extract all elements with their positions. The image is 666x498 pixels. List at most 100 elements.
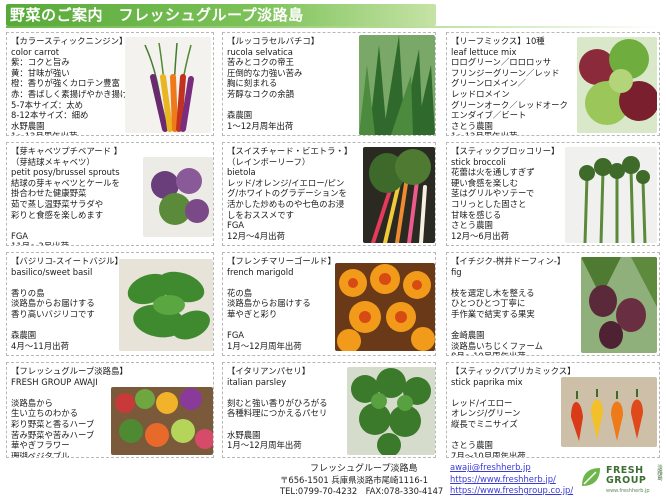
footer-address: 〒656-1501 兵庫県淡路市尾崎1116-1 — [280, 475, 429, 485]
card-sprouts: 【芽キャベツプチベアード 】（芽結球メキャベツ） petit posy/bruss… — [6, 142, 214, 246]
card-line: 水野農園 — [11, 120, 45, 131]
card-line: 淡路島いちじくファーム — [451, 340, 543, 351]
card-paprika: 【スティックパプリカミックス】 stick paprika mix レッド/イエロ… — [446, 362, 660, 458]
photo-parsley — [347, 367, 435, 455]
card-title: 【フレッシュグループ淡路島】 — [11, 366, 128, 376]
card-line: 5-7本サイズ：太め — [11, 99, 84, 110]
card-line: 茎はグリルやソテーで — [451, 188, 535, 199]
card-line: color carrot — [11, 46, 59, 57]
card-text: 【ルッコラセルバチコ】 rucola selvatica 苦みとコクの帝王 圧倒的な力… — [227, 36, 319, 131]
card-rucola: 【ルッコラセルバチコ】 rucola selvatica 苦みとコクの帝王 圧倒的な力… — [222, 32, 436, 136]
footer-company: フレッシュグループ淡路島 — [310, 464, 418, 474]
photo-chard — [363, 147, 435, 243]
card-title: 【スイスチャード・ビエトラ・】 — [227, 146, 353, 156]
card-line: FGA — [227, 330, 245, 341]
card-line: ロログリーン／ロロロッサ — [451, 57, 552, 68]
card-line: 縦長でミニサイズ — [451, 418, 518, 429]
card-line: 赤：香ばしく素揚げやかき揚げ — [11, 88, 129, 99]
card-line: 8月～10月周年出荷 — [451, 351, 565, 355]
logo-vertical-text: 淡路島 — [656, 464, 662, 481]
card-line: 水野農園 — [227, 429, 261, 440]
card-line: 彩りと食感を楽しめます — [11, 209, 104, 220]
card-line: レッド/イエロー — [451, 397, 513, 408]
card-line: さとう農園 — [451, 440, 493, 451]
card-title: 【フレンチマリーゴールド】 — [227, 256, 336, 266]
photo-paprika — [561, 377, 657, 447]
card-line: （レインボーリーフ） — [227, 156, 311, 167]
card-line: 香り高いバジリコです — [11, 308, 95, 319]
card-line — [451, 277, 565, 288]
card-line: グ/ホワイトのグラデーションを — [227, 188, 347, 199]
card-line: 12月～6月出荷 — [451, 230, 509, 241]
card-text: 【フレンチマリーゴールド】 french marigold 花の島 淡路島からお届け… — [227, 256, 336, 351]
logo-mark-icon — [582, 468, 600, 486]
card-line: （芽結球メキャベツ） — [11, 156, 95, 167]
card-title: 【バジリコ-スイートバジル】 — [11, 256, 123, 266]
card-line: FRESH GROUP AWAJI — [11, 376, 98, 387]
card-line: italian parsley — [227, 376, 287, 387]
card-line: 森農園 — [11, 330, 37, 341]
card-line: 手作業で結実する果実 — [451, 308, 535, 319]
card-line: FGA — [11, 230, 29, 241]
logo-line2: GROUP — [606, 475, 647, 486]
card-title: 【イチジク-桝井ドーフィン-】 — [451, 256, 566, 266]
logo-text: FRESH GROUP — [606, 466, 646, 486]
card-line: コリっとした固さと — [451, 198, 527, 209]
card-line: bietola — [227, 167, 256, 178]
card-line: stick paprika mix — [451, 376, 523, 387]
card-parsley: 【イタリアンパセリ】 italian parsley 刻むと強い香りがひろがる 各種… — [222, 362, 436, 458]
card-line: 華やぎと彩り — [227, 308, 278, 319]
page-title: 野菜のご案内 フレッシュグループ淡路島 — [6, 4, 436, 26]
card-title: 【芽キャベツプチベアード 】 — [11, 146, 123, 156]
card-line — [451, 430, 575, 441]
card-text: 【バジリコ-スイートバジル】 basilico/sweet basil 香りの島淡… — [11, 256, 123, 351]
card-line: 1～12月周年出荷 — [451, 131, 568, 135]
card-line: さとう農園 — [451, 220, 493, 231]
photo-leaf — [577, 37, 657, 133]
card-line: 茹で蒸し温野菜サラダや — [11, 198, 104, 209]
card-line: レッドロメイン — [451, 88, 510, 99]
card-text: 【スティックブロッコリー】 stick broccoli 花蕾は火を通しすぎず 硬い食… — [451, 146, 559, 241]
card-awaji: 【フレッシュグループ淡路島】 FRESH GROUP AWAJI 淡路島から 生い立… — [6, 362, 214, 458]
card-line: 淡路島からお届けする — [11, 298, 95, 309]
footer-contact: フレッシュグループ淡路島 〒656-1501 兵庫県淡路市尾崎1116-1 TE… — [280, 464, 460, 497]
card-line: さとう農園 — [451, 120, 493, 131]
card-line: ひとつひとつ丁寧に — [451, 298, 526, 309]
card-line: 1～12月周年出荷 — [227, 120, 294, 131]
card-line: 黄：甘味が強い — [11, 67, 70, 78]
card-line: オレンジ/グリーン — [451, 408, 521, 419]
card-text: 【イタリアンパセリ】 italian parsley 刻むと強い香りがひろがる 各種… — [227, 366, 328, 451]
card-line: 7月～10月周年出荷 — [451, 450, 526, 458]
card-line: 掛合わせた健康野菜 — [11, 188, 87, 199]
footer-phone: TEL:0799-70-4232 FAX:078-330-4147 — [280, 486, 444, 496]
card-line: グリーンオーク／レッドオーク — [451, 99, 568, 110]
card-line — [451, 387, 575, 398]
card-title: 【イタリアンパセリ】 — [227, 366, 311, 376]
email-link[interactable]: awaji@freshherb.jp — [450, 462, 573, 474]
card-line: 香りの島 — [11, 287, 45, 298]
freshgroup-link[interactable]: https://www.freshgroup.co.jp/ — [450, 485, 573, 497]
freshherb-link[interactable]: https://www.freshherb.jp/ — [450, 474, 573, 486]
photo-awaji — [111, 387, 213, 455]
card-line: しをおススメです — [227, 209, 294, 220]
card-line — [11, 220, 122, 231]
card-title: 【ルッコラセルバチコ】 — [227, 36, 320, 46]
logo-sub: www.freshherb.jp — [606, 488, 650, 494]
photo-broccoli — [565, 147, 657, 243]
card-chard: 【スイスチャード・ビエトラ・】 （レインボーリーフ） bietola レッド/オレンジ… — [222, 142, 436, 246]
card-carrot: 【カラースティックニンジン】 color carrot 紫：コクと旨み 黄：甘味が強い… — [6, 32, 214, 136]
card-line: 刻むと強い香りがひろがる — [227, 397, 328, 408]
card-line — [11, 320, 123, 331]
card-line: 紫：コクと旨み — [11, 57, 70, 68]
card-text: 【イチジク-桝井ドーフィン-】 fig 枝を選定し木を整える ひとつひとつ丁寧に 手作… — [451, 256, 566, 355]
card-line: petit posy/brussel sprouts — [11, 167, 120, 178]
card-line: 金崎農園 — [451, 330, 485, 341]
card-broccoli: 【スティックブロッコリー】 stick broccoli 花蕾は火を通しすぎず 硬い食… — [446, 142, 660, 246]
card-line — [227, 387, 328, 398]
card-line: 苦みとコクの帝王 — [227, 57, 294, 68]
card-line: 芳醇なコクの余韻 — [227, 88, 294, 99]
card-line: 橙：香りが強くカロテン豊富 — [11, 78, 120, 89]
card-text: 【カラースティックニンジン】 color carrot 紫：コクと旨み 黄：甘味が強い… — [11, 36, 129, 135]
card-line: leaf lettuce mix — [451, 46, 517, 57]
card-line: エンダイブ／ビート — [451, 110, 527, 121]
